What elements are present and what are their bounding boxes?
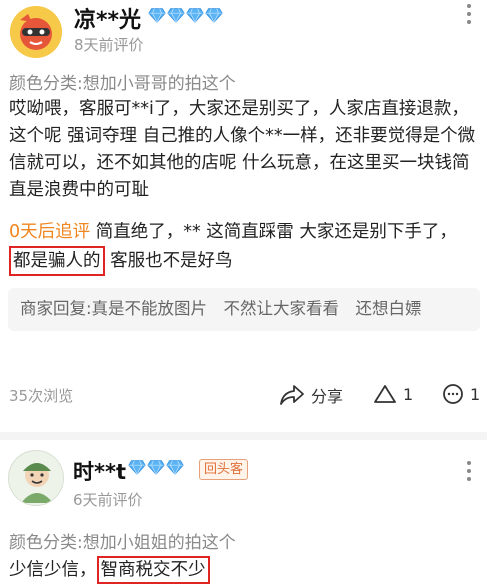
review-card: 凉**光 8天前评价 颜色分类:想加小哥哥的拍这个 哎呦喂，客服可**i了，大家… (0, 0, 487, 432)
dislike-button[interactable]: 1 (442, 383, 480, 405)
member-level-diamonds (148, 6, 223, 24)
followup-text-end: 客服也不是好鸟 (104, 251, 233, 271)
diamond-icon (167, 8, 185, 24)
repeat-customer-badge: 回头客 (199, 459, 249, 480)
dot-icon (467, 461, 471, 465)
comment-count: 1 (470, 384, 481, 404)
diamond-icon (128, 460, 146, 476)
member-level-diamonds (128, 458, 184, 476)
review-time: 6天前评价 (73, 491, 143, 509)
avatar-image (10, 6, 62, 58)
highlighted-text: 都是骗人的 (9, 246, 105, 276)
like-count: 1 (403, 384, 414, 404)
review-actions: 分享 1 1 (0, 383, 487, 411)
diamond-icon (186, 8, 204, 24)
highlighted-text: 智商税交不少 (96, 556, 210, 584)
review-content: 哎呦喂，客服可**i了，大家还是别买了，人家店直接退款，这个呢 强词夺理 自己推… (9, 99, 476, 200)
avatar[interactable] (8, 450, 64, 506)
divider (0, 432, 487, 440)
triangle-up-icon (374, 385, 396, 403)
username[interactable]: 时**t (73, 456, 126, 486)
like-button[interactable]: 1 (373, 383, 413, 405)
followup-text: 简直绝了，** 这简直踩雷 大家还是别下手了， (90, 222, 457, 242)
review-content: 少信少信， 智商税交不少 (9, 555, 479, 585)
diamond-icon (147, 460, 165, 476)
dot-icon (467, 4, 471, 8)
diamond-icon (205, 8, 223, 24)
dot-icon (467, 477, 471, 481)
avatar-image (9, 451, 63, 505)
dot-icon (467, 20, 471, 24)
more-options-button[interactable] (459, 4, 479, 24)
diamond-icon (166, 460, 184, 476)
review-card: 时**t 回头客 6天前评价 颜色分类:想加小姐姐的拍这个 少信少信， 智商税交不… (0, 432, 487, 586)
share-button[interactable]: 分享 (279, 383, 343, 407)
diamond-icon (148, 8, 166, 24)
review-time: 8天前评价 (74, 36, 144, 54)
review-text: 少信少信， (9, 560, 97, 580)
sku-info: 颜色分类:想加小姐姐的拍这个 (9, 533, 236, 553)
dot-icon (467, 469, 471, 473)
avatar[interactable] (10, 6, 62, 58)
followup-review: 0天后追评 简直绝了，** 这简直踩雷 大家还是别下手了， 都是骗人的 客服也不是… (9, 218, 479, 276)
username[interactable]: 凉**光 (74, 2, 141, 34)
share-label: 分享 (311, 387, 344, 406)
more-options-button[interactable] (459, 461, 479, 481)
sku-info: 颜色分类:想加小哥哥的拍这个 (9, 74, 236, 94)
followup-tag: 0天后追评 (9, 222, 91, 242)
share-icon (280, 385, 304, 405)
merchant-reply: 商家回复:真是不能放图片 不然让大家看看 还想白嫖 (8, 288, 480, 331)
comment-icon (443, 384, 463, 404)
dot-icon (467, 12, 471, 16)
